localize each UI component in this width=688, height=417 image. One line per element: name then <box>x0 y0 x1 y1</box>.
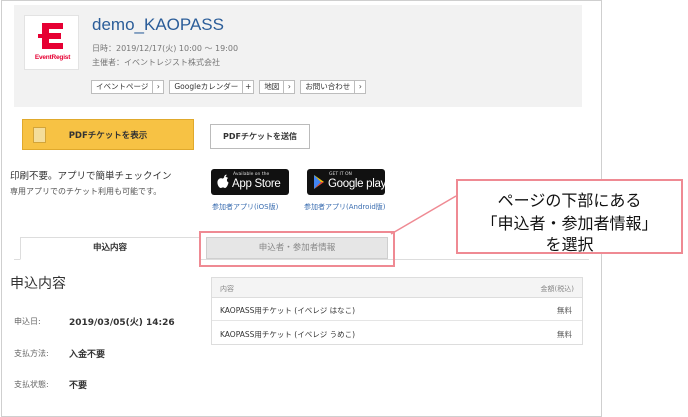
show-pdf-ticket-label: PDFチケットを表示 <box>68 131 148 141</box>
tab-application-details[interactable]: 申込内容 <box>20 237 200 260</box>
map-link-label: 地図 <box>264 82 280 91</box>
logo-text: EventRegist <box>34 54 71 61</box>
application-date-value: 2019/03/05(火) 14:26 <box>69 318 175 328</box>
app-store-small-text: Available on the <box>233 172 270 177</box>
application-heading: 申込内容 <box>10 276 66 292</box>
amount-column-header: 金額(税込) <box>540 285 574 293</box>
payment-method-label: 支払方法: <box>14 349 49 358</box>
ticket-price: 無料 <box>557 330 572 339</box>
ticket-name: KAOPASS用チケット (イベレジ うめこ) <box>220 330 356 339</box>
chevron-right-icon: › <box>283 81 294 93</box>
send-pdf-ticket-button[interactable]: PDFチケットを送信 <box>210 124 310 149</box>
eventregist-logo-icon <box>38 23 63 49</box>
google-play-text: Google play <box>328 178 387 190</box>
table-row: KAOPASS用チケット (イベレジ はなこ) 無料 <box>212 298 582 321</box>
ios-app-link[interactable]: 参加者アプリ(iOS版) <box>212 202 278 212</box>
ticket-price: 無料 <box>557 306 572 315</box>
content-column-header: 内容 <box>220 285 234 293</box>
app-store-text: App Store <box>232 178 281 190</box>
application-date-label: 申込日: <box>14 317 41 326</box>
event-links: イベントページ › Googleカレンダー + 地図 › お問い合わせ › <box>91 80 367 94</box>
apple-icon <box>217 174 229 188</box>
payment-method-value: 入金不要 <box>69 350 106 360</box>
chevron-right-icon: › <box>354 81 365 93</box>
callout-line-3: を選択 <box>545 235 594 254</box>
google-play-small-text: GET IT ON <box>329 172 352 177</box>
google-calendar-link[interactable]: Googleカレンダー + <box>169 80 255 94</box>
event-logo: EventRegist <box>24 15 79 70</box>
checkin-text: 印刷不要。アプリで簡単チェックイン <box>10 171 172 182</box>
highlight-box <box>199 231 395 267</box>
contact-link-label: お問い合わせ <box>305 82 351 91</box>
event-page-link-label: イベントページ <box>96 82 149 91</box>
event-page-link[interactable]: イベントページ › <box>91 80 165 94</box>
chevron-right-icon: › <box>152 81 163 93</box>
plus-icon: + <box>242 81 253 93</box>
contact-link[interactable]: お問い合わせ › <box>300 80 367 94</box>
event-title[interactable]: demo_KAOPASS <box>92 15 224 35</box>
google-calendar-link-label: Googleカレンダー <box>174 82 239 91</box>
instruction-callout: ページの下部にある 「申込者・参加者情報」 を選択 <box>456 179 683 254</box>
app-store-badge[interactable]: Available on the App Store <box>211 169 289 195</box>
ticket-table: 内容 金額(税込) KAOPASS用チケット (イベレジ はなこ) 無料 KAO… <box>211 277 583 345</box>
event-card: EventRegist demo_KAOPASS 日時：2019/12/17(火… <box>14 5 582 107</box>
event-organizer: 主催者：イベントレジスト株式会社 <box>92 58 220 67</box>
ticket-table-header: 内容 金額(税込) <box>212 278 582 298</box>
google-play-icon <box>314 175 324 189</box>
ticket-name: KAOPASS用チケット (イベレジ はなこ) <box>220 306 356 315</box>
callout-line-1: ページの下部にある <box>497 191 642 210</box>
checkin-subtext: 専用アプリでのチケット利用も可能です。 <box>10 187 162 196</box>
map-link[interactable]: 地図 › <box>259 80 296 94</box>
payment-status-label: 支払状態: <box>14 380 49 389</box>
payment-status-value: 不要 <box>69 381 88 391</box>
google-play-badge[interactable]: GET IT ON Google play <box>307 169 387 195</box>
event-datetime: 日時：2019/12/17(火) 10:00 〜 19:00 <box>92 44 239 53</box>
android-app-link[interactable]: 参加者アプリ(Android版) <box>304 202 386 212</box>
show-pdf-ticket-button[interactable]: PDFチケットを表示 <box>22 119 194 150</box>
table-row: KAOPASS用チケット (イベレジ うめこ) 無料 <box>212 322 582 345</box>
